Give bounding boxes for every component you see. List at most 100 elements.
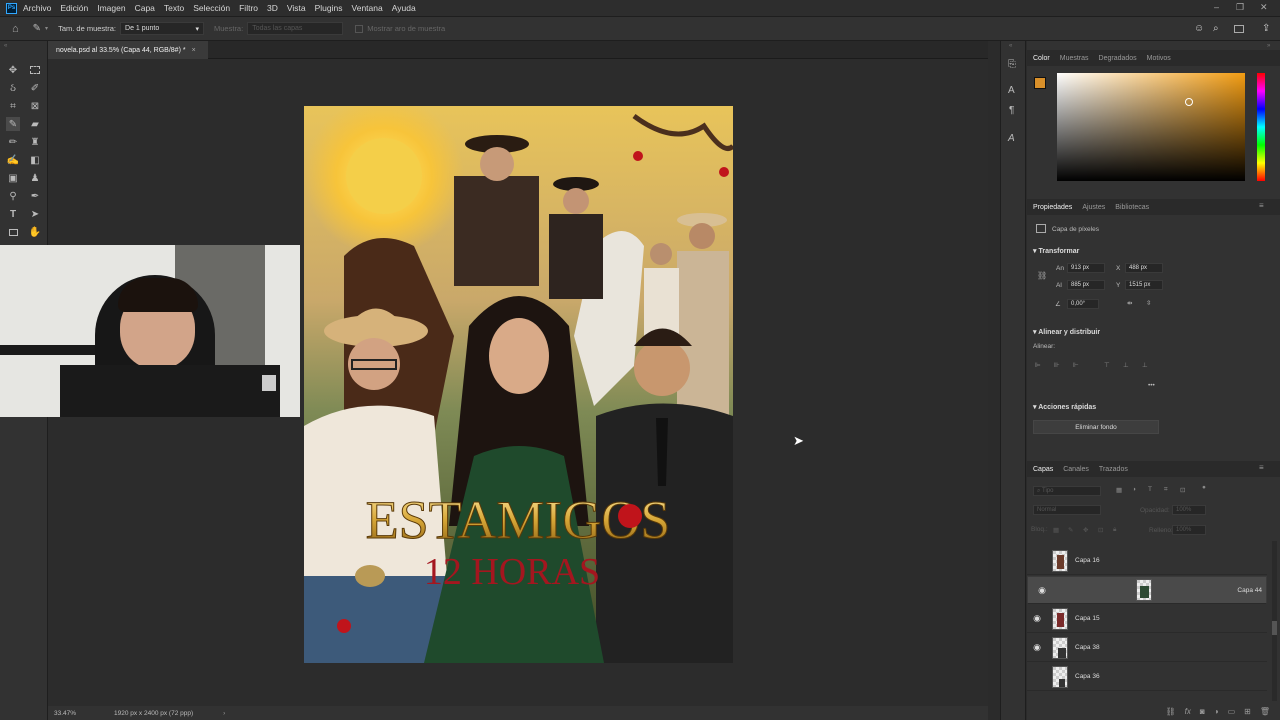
width-input[interactable]: 913 px bbox=[1067, 263, 1105, 273]
brush-tool-icon[interactable]: ✏ bbox=[6, 135, 20, 149]
filter-pixel-icon[interactable]: ▦ bbox=[1116, 486, 1122, 494]
filter-toggle-icon[interactable]: ● bbox=[1202, 484, 1206, 491]
menu-3d[interactable]: 3D bbox=[267, 3, 278, 13]
healing-tool-icon[interactable]: ▰ bbox=[28, 117, 42, 131]
layer-row[interactable]: ◉ Capa 38 bbox=[1027, 634, 1267, 662]
glyphs-panel-icon[interactable]: A bbox=[1008, 133, 1015, 144]
tab-muestras[interactable]: Muestras bbox=[1060, 55, 1089, 62]
flip-vertical-icon[interactable]: ⇳ bbox=[1146, 299, 1151, 307]
search-icon[interactable]: ⌕ bbox=[1213, 23, 1219, 34]
layers-list[interactable]: Capa 16 ◉ Capa 44 ◉ Capa 15 ◉ Capa 38 Ca… bbox=[1027, 541, 1280, 703]
link-layers-icon[interactable]: ⛓ bbox=[1166, 707, 1176, 716]
filter-type-icon[interactable]: T bbox=[1148, 486, 1152, 493]
tab-color[interactable]: Color bbox=[1033, 55, 1050, 62]
panel-menu-icon[interactable]: ≡ bbox=[1259, 463, 1264, 472]
align-top-icon[interactable]: ⊤ bbox=[1104, 361, 1110, 369]
collapse-arrows-icon[interactable]: « bbox=[1009, 43, 1012, 49]
menu-archivo[interactable]: Archivo bbox=[23, 3, 51, 13]
adjustment-layer-icon[interactable]: ◑ bbox=[1214, 707, 1219, 716]
align-section-title[interactable]: ▾ Alinear y distribuir bbox=[1033, 328, 1100, 336]
tab-propiedades[interactable]: Propiedades bbox=[1033, 204, 1072, 211]
height-input[interactable]: 885 px bbox=[1067, 280, 1105, 290]
hand-tool-icon[interactable]: ✋ bbox=[28, 225, 42, 239]
layer-name[interactable]: Capa 15 bbox=[1075, 615, 1100, 622]
foreground-color-swatch[interactable] bbox=[1034, 77, 1046, 89]
lock-all-icon[interactable]: 🔒︎ bbox=[1113, 526, 1116, 534]
color-picker-field[interactable] bbox=[1057, 73, 1245, 181]
photoshop-logo-icon[interactable]: Ps bbox=[6, 2, 17, 14]
color-picker-cursor[interactable] bbox=[1185, 98, 1193, 106]
layer-style-icon[interactable]: fx bbox=[1185, 707, 1191, 716]
align-bottom-icon[interactable]: ⊥ bbox=[1142, 361, 1148, 369]
tab-trazados[interactable]: Trazados bbox=[1099, 466, 1128, 473]
layers-scrollbar[interactable] bbox=[1272, 541, 1277, 701]
path-selection-tool-icon[interactable]: ➤ bbox=[28, 207, 42, 221]
layer-name[interactable]: Capa 44 bbox=[1237, 587, 1262, 594]
minimize-icon[interactable]: – bbox=[1214, 2, 1219, 12]
tab-capas[interactable]: Capas bbox=[1033, 466, 1053, 473]
flip-horizontal-icon[interactable]: ⇹ bbox=[1127, 299, 1132, 307]
menu-imagen[interactable]: Imagen bbox=[97, 3, 125, 13]
new-group-icon[interactable]: ▭ bbox=[1228, 707, 1236, 716]
menu-ayuda[interactable]: Ayuda bbox=[392, 3, 416, 13]
menu-texto[interactable]: Texto bbox=[164, 3, 184, 13]
eyedropper-tool-icon[interactable]: ✎ bbox=[6, 117, 20, 131]
crop-tool-icon[interactable]: ⌗ bbox=[6, 99, 20, 113]
pen-tool-icon[interactable]: ✒ bbox=[28, 189, 42, 203]
blur-tool-icon[interactable]: ♟ bbox=[28, 171, 42, 185]
align-right-icon[interactable]: ⊩ bbox=[1073, 361, 1079, 369]
fill-input[interactable]: 100% bbox=[1172, 525, 1206, 535]
document-info[interactable]: 1920 px x 2400 px (72 ppp) bbox=[114, 710, 193, 717]
menu-filtro[interactable]: Filtro bbox=[239, 3, 258, 13]
lock-position-icon[interactable]: ✥ bbox=[1083, 526, 1088, 534]
marquee-tool-icon[interactable] bbox=[28, 63, 42, 77]
lock-artboard-icon[interactable]: ⊡ bbox=[1098, 526, 1103, 534]
document-tab[interactable]: novela.psd al 33.5% (Capa 44, RGB/8#) * … bbox=[48, 41, 208, 59]
layer-row[interactable]: Capa 16 bbox=[1027, 547, 1267, 575]
menu-edicion[interactable]: Edición bbox=[60, 3, 88, 13]
layer-filter-input[interactable]: ⌕ Tipo bbox=[1033, 486, 1101, 496]
dodge-tool-icon[interactable]: ⚲ bbox=[6, 189, 20, 203]
layer-name[interactable]: Capa 38 bbox=[1075, 644, 1100, 651]
align-center-h-icon[interactable]: ⊪ bbox=[1054, 361, 1060, 369]
filter-shape-icon[interactable]: ⌗ bbox=[1164, 486, 1168, 494]
eye-icon[interactable]: ◉ bbox=[1036, 585, 1048, 596]
menu-vista[interactable]: Vista bbox=[287, 3, 306, 13]
angle-input[interactable]: 0,00° bbox=[1067, 299, 1099, 309]
share-icon[interactable]: ⇪ bbox=[1262, 23, 1270, 34]
eye-icon[interactable]: ◉ bbox=[1031, 613, 1043, 624]
new-layer-icon[interactable]: ⊞ bbox=[1244, 707, 1251, 716]
sample-size-select[interactable]: De 1 punto ▾ bbox=[120, 22, 205, 35]
more-options-icon[interactable]: ••• bbox=[1148, 382, 1155, 389]
sample-select[interactable]: Todas las capas bbox=[247, 22, 344, 35]
filter-smart-icon[interactable]: ⊡ bbox=[1180, 486, 1185, 494]
close-tab-icon[interactable]: × bbox=[192, 47, 196, 54]
move-tool-icon[interactable]: ✥ bbox=[6, 63, 20, 77]
paragraph-panel-icon[interactable]: ¶ bbox=[1009, 105, 1014, 116]
quick-actions-section-title[interactable]: ▾ Acciones rápidas bbox=[1033, 403, 1096, 411]
collapse-arrows-icon[interactable]: « bbox=[4, 43, 7, 49]
lock-pixels-icon[interactable]: ✎ bbox=[1068, 526, 1073, 534]
hue-slider[interactable] bbox=[1257, 73, 1265, 181]
tab-degradados[interactable]: Degradados bbox=[1099, 55, 1137, 62]
align-left-icon[interactable]: ⊫ bbox=[1035, 361, 1041, 369]
align-middle-v-icon[interactable]: ⊥ bbox=[1123, 361, 1129, 369]
quick-selection-tool-icon[interactable]: ✐ bbox=[28, 81, 42, 95]
type-tool-icon[interactable]: T bbox=[6, 207, 20, 221]
menu-seleccion[interactable]: Selección bbox=[193, 3, 230, 13]
frame-tool-icon[interactable]: ⊠ bbox=[28, 99, 42, 113]
home-icon[interactable]: ⌂ bbox=[12, 23, 19, 35]
layer-name[interactable]: Capa 36 bbox=[1075, 673, 1100, 680]
panel-menu-icon[interactable]: ≡ bbox=[1259, 201, 1264, 210]
lock-transparency-icon[interactable]: ▦ bbox=[1053, 526, 1059, 534]
menu-plugins[interactable]: Plugins bbox=[315, 3, 343, 13]
eyedropper-preset-icon[interactable]: ✎ bbox=[33, 23, 41, 34]
gradient-tool-icon[interactable]: ▣ bbox=[6, 171, 20, 185]
poster-canvas[interactable]: ESTAMIGOS 12 HORAS bbox=[304, 106, 733, 663]
tab-ajustes[interactable]: Ajustes bbox=[1082, 204, 1105, 211]
layer-row[interactable]: ◉ Capa 15 bbox=[1027, 605, 1267, 633]
opacity-input[interactable]: 100% bbox=[1172, 505, 1206, 515]
share-user-icon[interactable]: ☺ bbox=[1194, 23, 1204, 34]
filter-adjustment-icon[interactable]: ◑ bbox=[1132, 486, 1136, 493]
zoom-level[interactable]: 33.47% bbox=[54, 710, 94, 717]
